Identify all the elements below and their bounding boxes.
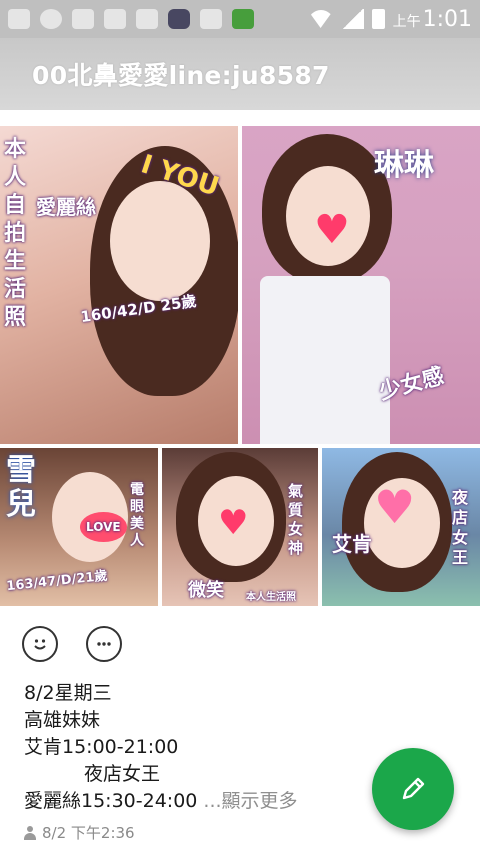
refresh-icon xyxy=(200,9,222,29)
tile3-stats: 163/47/D/21歲 xyxy=(5,568,109,595)
comment-icon[interactable] xyxy=(86,626,122,662)
post-line-last: 愛麗絲15:30-24:00 ...顯示更多 xyxy=(24,788,364,815)
clock-time: 1:01 xyxy=(422,6,472,32)
smiley-icon[interactable] xyxy=(22,626,58,662)
photo-tile-1[interactable]: 本人自拍生活照 愛麗絲 I YOU 160/42/D 25歲 xyxy=(0,126,238,444)
post-line: 8/2星期三 xyxy=(24,682,112,704)
pencil-icon xyxy=(402,777,425,800)
tile3-badge: LOVE xyxy=(80,512,127,542)
tile2-name: 琳琳 xyxy=(374,148,434,183)
post-line: 愛麗絲15:30-24:00 xyxy=(24,790,198,812)
wifi-icon xyxy=(307,10,334,28)
post-actions xyxy=(22,626,122,662)
clock-prefix: 上午 xyxy=(392,13,421,30)
photo-tile-2[interactable]: ♥ 琳琳 少女感 xyxy=(242,126,480,444)
photo-tile-3[interactable]: 雪兒 電眼美人 LOVE 163/47/D/21歲 xyxy=(0,448,158,606)
heart-icon: ♥ xyxy=(218,503,249,543)
heart-icon: ♥ xyxy=(374,480,416,534)
tile5-name: 艾肯 xyxy=(332,532,372,556)
app-header: 00北鼻愛愛line:ju8587 xyxy=(0,38,480,110)
wechat-icon xyxy=(40,9,62,29)
add-icon xyxy=(8,9,30,29)
system-icons: 上午1:01 xyxy=(307,7,472,32)
shield-icon xyxy=(72,9,94,29)
status-bar: 上午1:01 xyxy=(0,0,480,38)
tile4-tag: 氣質女神 xyxy=(288,482,304,557)
signal-icon xyxy=(341,9,364,29)
app-icon xyxy=(168,9,190,29)
post-line: 艾肯15:00-21:00 xyxy=(24,736,179,758)
upload-icon xyxy=(232,9,254,29)
tile4-note: 本人生活照 xyxy=(246,592,296,603)
post-timestamp: 8/2 下午2:36 xyxy=(42,824,135,842)
clock: 上午1:01 xyxy=(393,7,472,32)
show-more-link[interactable]: ...顯示更多 xyxy=(203,790,297,812)
post-text: 8/2星期三 高雄妹妹 艾肯15:00-21:00 夜店女王 愛麗絲15:30-… xyxy=(24,680,364,815)
tile4-name: 微笑 xyxy=(188,580,224,601)
compose-button[interactable] xyxy=(372,748,454,830)
notification-icons xyxy=(8,9,254,29)
battery-icon xyxy=(371,9,385,29)
tile3-tag: 電眼美人 xyxy=(130,482,144,549)
photo-tile-4[interactable]: ♥ 氣質女神 微笑 本人生活照 xyxy=(162,448,318,606)
tile3-name: 雪兒 xyxy=(6,453,36,522)
heart-icon: ♥ xyxy=(314,207,350,253)
tile1-name: 愛麗絲 xyxy=(36,195,96,219)
tile5-tag: 夜店女王 xyxy=(452,488,469,567)
image-icon xyxy=(136,9,158,29)
post-line: 夜店女王 xyxy=(84,763,161,785)
chat-icon xyxy=(104,9,126,29)
post-line: 高雄妹妹 xyxy=(24,709,101,731)
photo-tile-5[interactable]: ♥ 艾肯 夜店女王 xyxy=(322,448,480,606)
tile1-side-text: 本人自拍生活照 xyxy=(4,137,27,330)
post-meta: 8/2 下午2:36 xyxy=(24,822,135,843)
person-icon xyxy=(24,825,36,840)
page-title: 00北鼻愛愛line:ju8587 xyxy=(32,61,330,90)
